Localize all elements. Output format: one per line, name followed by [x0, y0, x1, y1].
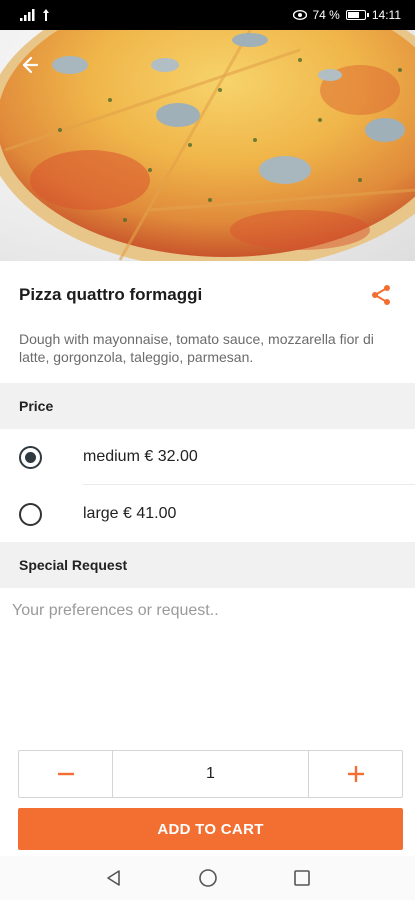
- minus-icon: [57, 772, 74, 776]
- product-description: Dough with mayonnaise, tomato sauce, moz…: [19, 331, 374, 365]
- decrease-quantity-button[interactable]: [19, 751, 113, 797]
- plus-icon: [347, 766, 364, 782]
- status-right: 74 % 14:11: [292, 8, 401, 22]
- square-recents-icon: [293, 870, 310, 886]
- arrow-left-icon: [22, 56, 39, 74]
- signal-icon: [20, 9, 35, 21]
- product-title: Pizza quattro formaggi: [19, 285, 203, 304]
- back-button[interactable]: [14, 50, 44, 80]
- increase-quantity-button[interactable]: [308, 751, 402, 797]
- radio-medium[interactable]: [19, 445, 42, 469]
- quantity-value: 1: [206, 765, 215, 782]
- price-section-header: Price: [0, 383, 415, 429]
- clock: 14:11: [371, 8, 401, 22]
- battery-percent: 74 %: [312, 8, 340, 22]
- price-option-large[interactable]: large € 41.00: [0, 486, 415, 542]
- nav-home-button[interactable]: [196, 866, 220, 890]
- product-header: Pizza quattro formaggi: [0, 270, 415, 320]
- pizza-illustration: [0, 30, 415, 261]
- share-button[interactable]: [367, 281, 395, 309]
- circle-home-icon: [198, 869, 217, 887]
- special-request-header: Special Request: [0, 542, 415, 588]
- divider: [83, 484, 415, 485]
- price-option-label: large € 41.00: [83, 505, 177, 522]
- share-icon: [372, 285, 390, 305]
- special-request-input[interactable]: [0, 590, 415, 740]
- radio-selected-dot: [25, 451, 36, 463]
- system-nav-bar: [0, 856, 415, 900]
- status-left: [20, 9, 50, 21]
- eye-icon: [292, 10, 307, 20]
- triangle-back-icon: [106, 870, 120, 886]
- battery-icon: [345, 10, 369, 20]
- status-bar: 74 % 14:11: [0, 0, 415, 30]
- nav-back-button[interactable]: [102, 866, 126, 890]
- add-to-cart-button[interactable]: ADD TO CART: [18, 808, 403, 850]
- nav-recents-button[interactable]: [290, 866, 314, 890]
- data-transfer-icon: [43, 9, 49, 21]
- price-option-label: medium € 32.00: [83, 448, 198, 465]
- radio-large[interactable]: [19, 502, 42, 526]
- quantity-stepper: 1: [18, 750, 403, 798]
- price-option-medium[interactable]: medium € 32.00: [0, 429, 415, 485]
- product-image: [0, 30, 415, 261]
